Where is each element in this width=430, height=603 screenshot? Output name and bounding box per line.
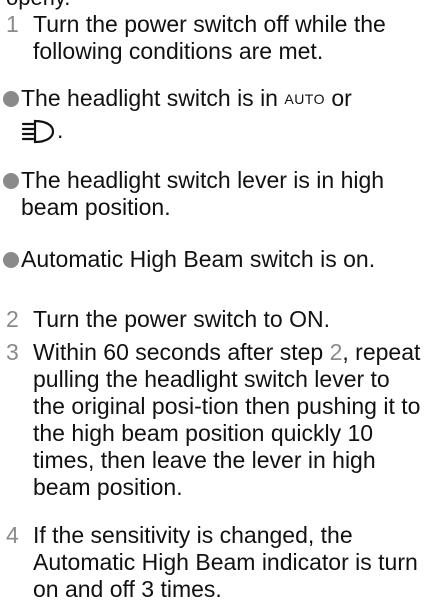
step-text: Turn the power switch to ON. [33,306,330,332]
bullet-text: The headlight switch lever is in high be… [21,167,385,220]
bullet-headlight-switch-line2: . [21,114,63,146]
headlight-low-beam-icon [21,119,57,145]
step-number: 4 [6,522,19,548]
step-reference: 2 [329,339,343,365]
step-text: If the sensitivity is changed, the Autom… [33,522,418,602]
step-number: 3 [6,339,19,365]
bullet-text: Automatic High Beam switch is on. [21,246,376,272]
bullet-dot [3,252,19,268]
bullet-dot [3,173,19,189]
step-number: 1 [6,11,19,37]
bullet-dot [3,91,19,107]
step-number: 2 [6,306,19,332]
auto-label: AUTO [284,91,325,107]
step-text: Turn the power switch off while the foll… [33,11,386,64]
bullet-text: The headlight switch is in AUTO or [21,85,352,111]
top-fragment: operly. [6,0,70,11]
manual-page: operly. 1 Turn the power switch off whil… [0,0,430,603]
step-text: Within 60 seconds after step 2, repeat p… [33,339,421,500]
